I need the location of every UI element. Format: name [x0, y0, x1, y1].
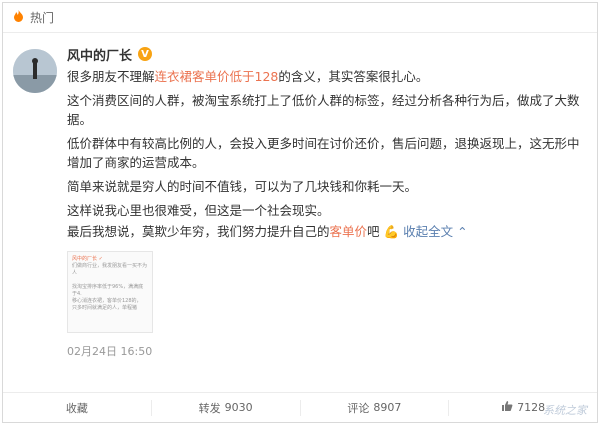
avatar[interactable] — [13, 49, 57, 93]
post-content: 风中的厂长 V 很多朋友不理解连衣裙客单价低于128的含义，其实答案很扎心。这个… — [67, 43, 587, 359]
last-line-text: 最后我想说，莫欺少年穷，我们努力提升自己的 — [67, 224, 330, 239]
paragraph-text: 这样说我心里也很难受，但这是一个社会现实。 — [67, 203, 330, 218]
thumbnail-text-line: 风中的厂长 ✓ — [72, 256, 103, 262]
chevron-up-icon: ⌃ — [457, 224, 468, 239]
highlighted-text[interactable]: 连衣裙客单价低于128 — [155, 69, 279, 84]
comment-label: 评论 — [347, 401, 370, 415]
paragraph-text: 低价群体中有较高比例的人，会投入更多时间在讨价还价，售后问题，退换返现上，这无形… — [67, 136, 580, 170]
post-paragraph: 简单来说就是穷人的时间不值钱，可以为了几块钱和你耗一天。 — [67, 177, 587, 196]
collapse-button[interactable]: 收起全文 ⌃ — [403, 224, 467, 239]
post-paragraph: 低价群体中有较高比例的人，会投入更多时间在讨价还价，售后问题，退换返现上，这无形… — [67, 134, 587, 172]
paragraph-text: 这个消费区间的人群，被淘宝系统打上了低价人群的标签，经过分析各种行为后，做成了大… — [67, 93, 580, 127]
post-last-line: 最后我想说，莫欺少年穷，我们努力提升自己的客单价吧 💪 收起全文 ⌃ — [67, 222, 587, 241]
favorite-button[interactable]: 收藏 — [3, 399, 152, 416]
paragraph-text: 很多朋友不理解 — [67, 69, 155, 84]
paragraph-text: 的含义，其实答案很扎心。 — [278, 69, 429, 84]
thumbnail-text-line — [72, 277, 148, 284]
verified-icon: V — [138, 47, 153, 61]
thumbnail-text-line: 移心消连衣裙，客单价128的， — [72, 298, 142, 304]
watermark-logo: 系统之家 — [543, 404, 587, 417]
fire-icon — [13, 10, 24, 25]
comment-count: 8907 — [373, 401, 402, 414]
thumbnail-text-line: 们做商行业，我发朋友看一买不为人 — [72, 263, 148, 276]
weibo-post-card: 热门 风中的厂长 V 很多朋友不理解连衣裙客单价低于128的含义，其实答案很扎心… — [2, 2, 598, 423]
action-bar: 收藏 转发 9030 评论 8907 7128 — [3, 392, 597, 422]
post-paragraph: 这样说我心里也很难受，但这是一个社会现实。 — [67, 201, 587, 220]
favorite-label: 收藏 — [65, 401, 88, 415]
flex-emoji-icon: 💪 — [383, 224, 400, 239]
paragraph-text: 简单来说就是穷人的时间不值钱，可以为了几块钱和你耗一天。 — [67, 179, 418, 194]
thumbnail-text-line: 只多时间就满足的人，单程猪 — [72, 305, 138, 311]
thumbs-up-icon — [501, 400, 513, 415]
hot-header: 热门 — [3, 3, 597, 33]
hot-label: 热门 — [30, 11, 55, 25]
repost-count: 9030 — [224, 401, 253, 414]
last-line-suffix: 吧 — [367, 224, 380, 239]
post-paragraph: 很多朋友不理解连衣裙客单价低于128的含义，其实答案很扎心。 — [67, 67, 587, 86]
post-timestamp[interactable]: 02月24日 16:50 — [67, 343, 587, 359]
thumbnail-text-line: 找淘宝排序率低于96%，满满底于4. — [72, 284, 144, 297]
comment-button[interactable]: 评论 8907 — [301, 399, 450, 416]
repost-label: 转发 — [198, 401, 221, 415]
repost-button[interactable]: 转发 9030 — [152, 399, 301, 416]
image-thumbnail[interactable]: 风中的厂长 ✓ 们做商行业，我发朋友看一买不为人 找淘宝排序率低于96%，满满底于… — [67, 251, 153, 333]
post-paragraph: 这个消费区间的人群，被淘宝系统打上了低价人群的标签，经过分析各种行为后，做成了大… — [67, 91, 587, 129]
hashtag-link[interactable]: 客单价 — [330, 224, 368, 239]
like-count: 7128 — [517, 401, 546, 414]
post-body: 很多朋友不理解连衣裙客单价低于128的含义，其实答案很扎心。这个消费区间的人群，… — [67, 67, 587, 220]
author-name[interactable]: 风中的厂长 — [67, 45, 132, 64]
collapse-label: 收起全文 — [403, 224, 454, 239]
